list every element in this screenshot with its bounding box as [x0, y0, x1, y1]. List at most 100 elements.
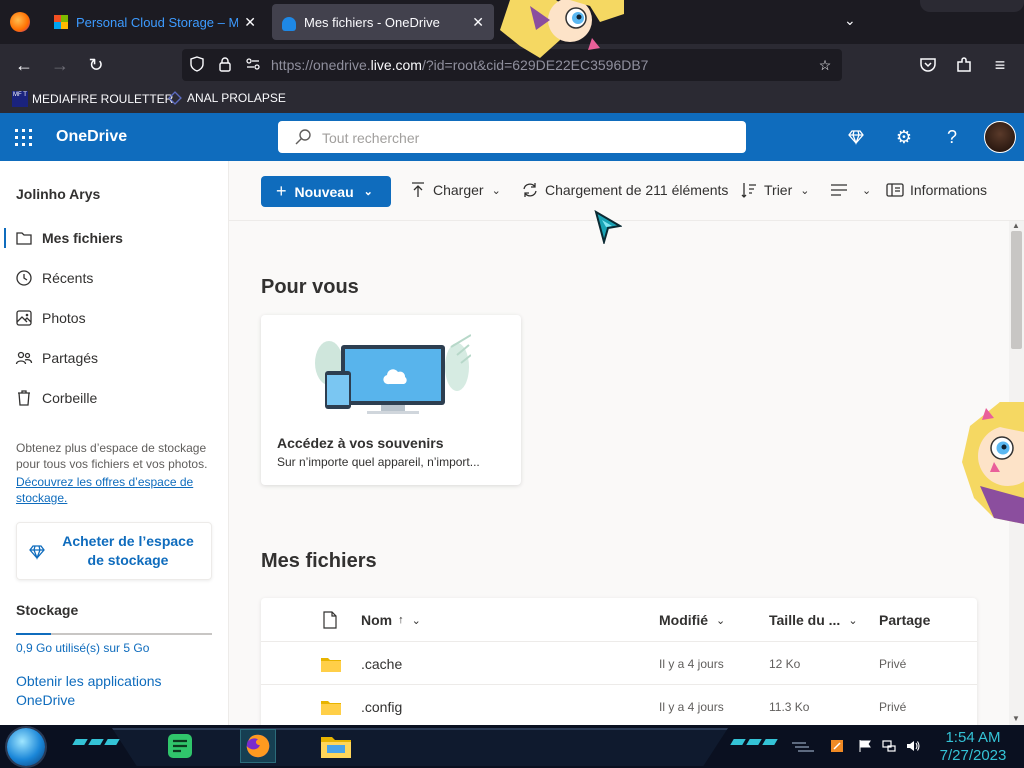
loading-label: Chargement de 211 éléments	[545, 182, 729, 198]
chevron-down-icon: ⌄	[491, 184, 501, 197]
scrollbar-thumb[interactable]	[1011, 231, 1022, 349]
volume-icon[interactable]	[906, 739, 920, 753]
sync-icon	[523, 183, 537, 197]
avatar[interactable]	[984, 121, 1016, 153]
tab-mes-fichiers[interactable]: Mes fichiers - OneDrive ✕	[272, 4, 494, 40]
file-size: 12 Ko	[769, 657, 801, 671]
bookmark-anal-prolapse[interactable]: ANAL PROLAPSE	[168, 91, 286, 105]
sidebar-item-corbeille[interactable]: Corbeille	[0, 380, 228, 416]
cartoon-character-overlay-icon	[962, 402, 1024, 524]
tray-app-icon[interactable]	[830, 739, 844, 753]
diamond-icon	[29, 545, 45, 560]
sidebar-item-photos[interactable]: Photos	[0, 300, 228, 336]
taskbar-decoration	[730, 739, 778, 745]
settings-gear-icon[interactable]: ⚙	[892, 125, 916, 149]
file-sharing: Privé	[879, 657, 907, 671]
list-all-tabs-chevron-icon[interactable]: ⌄	[844, 12, 856, 29]
cartoon-character-overlay-icon	[500, 0, 624, 58]
file-explorer-icon[interactable]	[318, 729, 354, 763]
reload-icon[interactable]: ↻	[84, 53, 108, 77]
sidebar-item-recents[interactable]: Récents	[0, 260, 228, 296]
help-question-icon[interactable]: ?	[940, 125, 964, 149]
network-icon[interactable]	[882, 739, 896, 753]
hamburger-menu-icon[interactable]: ≡	[988, 53, 1012, 77]
chevron-down-icon: ⌄	[862, 184, 872, 197]
taskbar: 1:54 AM 7/27/2023	[0, 725, 1024, 768]
permissions-icon[interactable]	[244, 56, 262, 74]
column-header-sharing[interactable]: Partage	[879, 612, 930, 628]
tab-personal-cloud-storage[interactable]: Personal Cloud Storage – Micros ✕	[44, 4, 266, 40]
firefox-taskbar-icon[interactable]	[240, 729, 276, 763]
table-row[interactable]: .cache Il y a 4 jours 12 Ko Privé	[261, 642, 977, 685]
bookmark-star-icon[interactable]: ☆	[816, 56, 834, 74]
chevron-down-icon: ⌄	[363, 186, 373, 198]
tab-label: Personal Cloud Storage – Micros	[76, 14, 239, 30]
notes-app-icon[interactable]	[162, 729, 198, 763]
firefox-view-icon[interactable]	[10, 12, 30, 32]
app-launcher-waffle-icon[interactable]	[15, 129, 32, 146]
tab-label: Mes fichiers - OneDrive	[304, 14, 440, 30]
view-options-button[interactable]: ⌄	[830, 181, 871, 199]
premium-diamond-icon[interactable]	[844, 125, 868, 149]
url-text[interactable]: https://onedrive.live.com/?id=root&cid=6…	[271, 57, 648, 73]
storage-promo: Obtenez plus d’espace de stockage pour t…	[16, 440, 216, 506]
forward-arrow-icon[interactable]: →	[48, 53, 72, 77]
image-icon	[16, 310, 32, 326]
sort-label: Trier	[764, 182, 793, 198]
memories-card[interactable]: Accédez à vos souvenirs Sur n’importe qu…	[261, 315, 521, 485]
upload-button[interactable]: Charger ⌄	[409, 181, 501, 199]
clock-date: 7/27/2023	[939, 747, 1007, 764]
bookmarks-toolbar: MF T MEDIAFIRE ROULETTER ANAL PROLAPSE	[0, 86, 1024, 113]
mouse-cursor-icon	[594, 210, 622, 244]
file-name[interactable]: .config	[361, 699, 402, 715]
system-clock[interactable]: 1:54 AM 7/27/2023	[930, 729, 1016, 765]
file-size: 11.3 Ko	[769, 700, 810, 714]
back-arrow-icon[interactable]: ←	[12, 53, 36, 77]
extensions-puzzle-icon[interactable]	[952, 53, 976, 77]
sort-button[interactable]: Trier ⌄	[740, 181, 809, 199]
info-button[interactable]: Informations	[886, 181, 987, 199]
url-domain: live.com	[370, 57, 422, 73]
sidebar-item-label: Récents	[42, 270, 94, 286]
bookmark-label: ANAL PROLAPSE	[187, 91, 286, 105]
loading-status: Chargement de 211 éléments	[521, 181, 728, 199]
column-header-size[interactable]: Taille du ... ⌄	[769, 612, 858, 628]
onedrive-cloud-icon	[282, 17, 296, 31]
folder-icon	[321, 701, 341, 715]
onedrive-header: OneDrive Tout rechercher ⚙ ?	[0, 113, 1024, 161]
file-sharing: Privé	[879, 700, 907, 714]
chevron-down-icon: ⌄	[716, 614, 726, 627]
bookmark-favicon-icon	[168, 91, 182, 105]
get-apps-link[interactable]: Obtenir les applications OneDrive	[16, 672, 196, 710]
tracking-shield-icon[interactable]	[188, 56, 206, 74]
lock-icon[interactable]	[216, 56, 234, 74]
scroll-up-arrow-icon[interactable]: ▲	[1012, 221, 1020, 230]
clock-time: 1:54 AM	[945, 729, 1001, 746]
sidebar-item-partages[interactable]: Partagés	[0, 340, 228, 376]
pocket-icon[interactable]	[916, 53, 940, 77]
taskbar-decoration	[72, 739, 120, 745]
close-tab-icon[interactable]: ✕	[472, 14, 484, 31]
card-title: Accédez à vos souvenirs	[277, 435, 444, 451]
sidebar-item-label: Photos	[42, 310, 86, 326]
column-header-name[interactable]: Nom ↑ ⌄	[361, 612, 421, 628]
storage-usage-link[interactable]: 0,9 Go utilisé(s) sur 5 Go	[16, 641, 149, 655]
flag-icon[interactable]	[858, 739, 872, 753]
new-button[interactable]: + Nouveau ⌄	[261, 176, 391, 207]
search-box[interactable]: Tout rechercher	[278, 121, 746, 153]
onedrive-brand[interactable]: OneDrive	[56, 128, 127, 146]
folder-icon	[16, 232, 32, 245]
for-you-title: Pour vous	[261, 276, 359, 298]
sidebar-item-mes-fichiers[interactable]: Mes fichiers	[0, 220, 228, 256]
start-button[interactable]	[7, 728, 45, 766]
storage-title: Stockage	[16, 602, 79, 618]
buy-storage-button[interactable]: Acheter de l’espace de stockage	[16, 522, 212, 580]
close-tab-icon[interactable]: ✕	[244, 14, 256, 31]
scroll-down-arrow-icon[interactable]: ▼	[1012, 714, 1020, 723]
table-row[interactable]: .config Il y a 4 jours 11.3 Ko Privé	[261, 685, 977, 725]
storage-offers-link[interactable]: Découvrez les offres d’espace de stockag…	[16, 474, 216, 506]
column-header-modified[interactable]: Modifié ⌄	[659, 612, 725, 628]
file-name[interactable]: .cache	[361, 656, 402, 672]
column-label: Taille du ...	[769, 612, 841, 628]
bookmark-mediafire-roulette[interactable]: MF T MEDIAFIRE ROULETTER	[12, 91, 173, 107]
